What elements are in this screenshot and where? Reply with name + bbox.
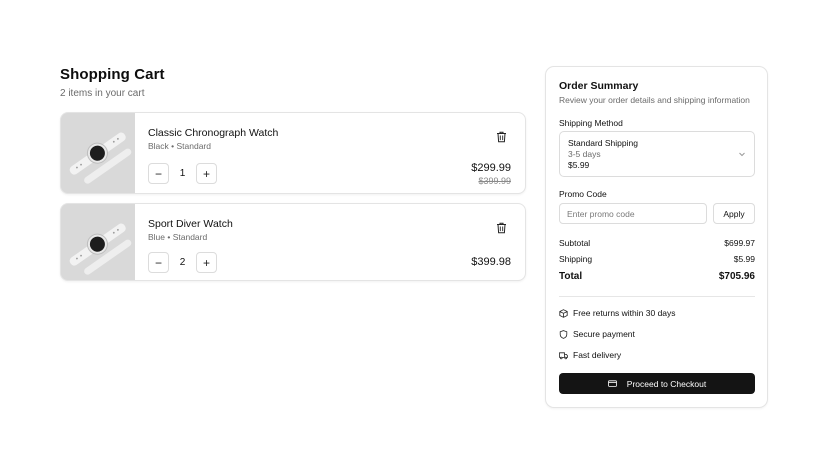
increase-quantity-button[interactable]: + — [196, 163, 217, 184]
cart-section: Shopping Cart 2 items in your cart Class… — [60, 66, 526, 281]
quantity-value: 1 — [179, 168, 186, 179]
page-title: Shopping Cart — [60, 66, 165, 83]
total-value: $705.96 — [718, 271, 755, 282]
subtotal-value: $699.97 — [724, 238, 755, 248]
shipping-method-label: Shipping Method — [559, 118, 623, 128]
checkout-button[interactable]: Proceed to Checkout — [559, 373, 755, 394]
chevron-down-icon — [739, 152, 745, 157]
shipping-option-price: $5.99 — [568, 160, 590, 170]
product-image[interactable] — [61, 113, 135, 193]
shipping-row: Shipping $5.99 — [559, 254, 755, 265]
feature-label: Secure payment — [573, 329, 635, 339]
item-name: Classic Chronograph Watch — [148, 127, 279, 139]
quantity-stepper: − 1 + — [148, 163, 217, 184]
summary-title: Order Summary — [559, 80, 639, 92]
shipping-method-select[interactable]: Standard Shipping 3-5 days $5.99 — [559, 131, 755, 177]
feature-label: Fast delivery — [573, 350, 622, 360]
promo-code-input[interactable] — [559, 203, 707, 224]
item-price: $299.99 — [471, 162, 511, 174]
decrease-quantity-button[interactable]: − — [148, 252, 169, 273]
order-summary-panel: Order Summary Review your order details … — [545, 66, 768, 408]
watch-image-icon — [61, 204, 135, 280]
promo-code-label: Promo Code — [559, 189, 607, 199]
feature-label: Free returns within 30 days — [573, 308, 676, 318]
credit-card-icon — [607, 380, 617, 387]
item-variant: Black • Standard — [148, 141, 211, 151]
total-row: Total $705.96 — [559, 270, 755, 283]
summary-subtitle: Review your order details and shipping i… — [559, 95, 750, 105]
cart-item-count: 2 items in your cart — [60, 88, 145, 99]
decrease-quantity-button[interactable]: − — [148, 163, 169, 184]
feature-secure-payment: Secure payment — [559, 329, 635, 340]
item-original-price: $399.99 — [478, 176, 511, 186]
product-image[interactable] — [61, 204, 135, 280]
item-variant: Blue • Standard — [148, 232, 208, 242]
checkout-label: Proceed to Checkout — [626, 378, 707, 389]
trash-icon[interactable] — [496, 222, 507, 234]
increase-quantity-button[interactable]: + — [196, 252, 217, 273]
shipping-label: Shipping — [559, 254, 593, 264]
shield-icon — [559, 330, 568, 339]
quantity-value: 2 — [179, 257, 186, 268]
shipping-value: $5.99 — [733, 254, 755, 264]
item-name: Sport Diver Watch — [148, 218, 233, 230]
quantity-stepper: − 2 + — [148, 252, 217, 273]
cart-item: Sport Diver Watch Blue • Standard − 2 + … — [60, 203, 526, 281]
cart-item: Classic Chronograph Watch Black • Standa… — [60, 112, 526, 194]
total-label: Total — [559, 271, 583, 282]
watch-image-icon — [61, 113, 135, 193]
subtotal-label: Subtotal — [559, 238, 591, 248]
shipping-option-days: 3-5 days — [568, 149, 601, 159]
trash-icon[interactable] — [496, 131, 507, 143]
divider — [559, 296, 755, 297]
item-price: $399.98 — [471, 256, 511, 268]
package-icon — [559, 309, 568, 318]
subtotal-row: Subtotal $699.97 — [559, 238, 755, 249]
feature-free-returns: Free returns within 30 days — [559, 308, 676, 319]
apply-promo-button[interactable]: Apply — [713, 203, 755, 224]
shipping-option-name: Standard Shipping — [568, 138, 638, 148]
truck-icon — [559, 352, 568, 360]
feature-fast-delivery: Fast delivery — [559, 350, 621, 361]
